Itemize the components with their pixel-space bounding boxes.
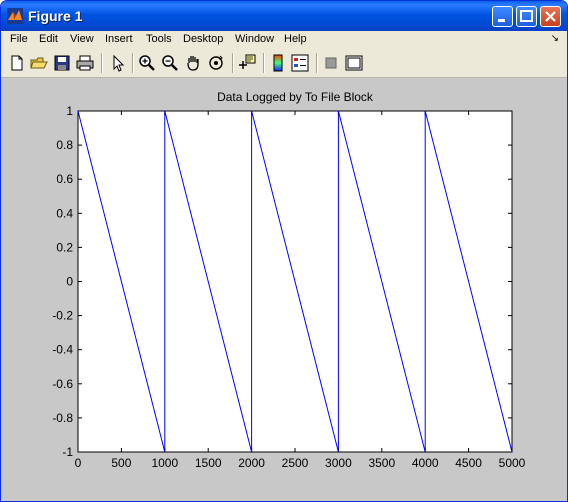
menu-tools[interactable]: Tools [146,33,172,45]
hide-plot-tools-icon[interactable] [321,53,341,73]
y-tick-label: -0.8 [52,411,73,425]
toolbar-separator [132,53,134,73]
x-tick-label: 2000 [238,456,265,470]
maximize-button[interactable] [516,6,537,27]
y-tick-label: 1 [66,104,73,118]
y-tick-label: 0.2 [56,240,73,254]
matlab-icon [7,8,23,24]
minimize-button[interactable] [492,6,513,27]
x-tick-label: 1500 [195,456,222,470]
toolbar-separator [263,53,265,73]
x-tick-label: 3500 [368,456,395,470]
colorbar-icon[interactable] [268,53,288,73]
y-tick-label: -0.4 [52,343,73,357]
x-tick-label: 2500 [282,456,309,470]
figure-window: Figure 1 File Edit View Insert Tools Des… [0,0,568,502]
chart-title: Data Logged by To File Block [217,90,374,104]
y-tick-label: -0.6 [52,377,73,391]
x-tick-label: 3000 [325,456,352,470]
x-tick-label: 0 [75,456,82,470]
save-icon[interactable] [52,53,72,73]
maximize-icon [520,10,533,22]
new-figure-icon[interactable] [7,53,27,73]
figure-toolbar [1,49,567,78]
y-tick-label: -1 [62,445,73,459]
zoom-out-icon[interactable] [160,53,180,73]
y-tick-label: 0.8 [56,138,73,152]
open-file-icon[interactable] [29,53,49,73]
menu-view[interactable]: View [70,33,94,45]
window-title: Figure 1 [28,8,83,24]
pointer-icon[interactable] [108,53,128,73]
toolbar-separator [232,53,234,73]
close-button[interactable] [540,6,561,27]
y-tick-label: 0.4 [56,206,73,220]
legend-icon[interactable] [290,53,310,73]
menu-window[interactable]: Window [235,33,274,45]
menu-edit[interactable]: Edit [39,33,58,45]
x-tick-label: 4000 [412,456,439,470]
line-chart: 0 500 1000 1500 2000 2500 3000 3500 4000 4500 5000… [52,90,526,470]
x-tick-label: 500 [111,456,131,470]
title-bar[interactable]: Figure 1 [1,1,567,31]
menu-desktop[interactable]: Desktop [183,33,223,45]
menu-insert[interactable]: Insert [105,33,133,45]
menu-file[interactable]: File [10,33,28,45]
minimize-icon [498,19,505,22]
y-tick-label: 0 [66,275,73,289]
figure-canvas: 0 500 1000 1500 2000 2500 3000 3500 4000 4500 5000… [1,78,567,501]
menu-bar: File Edit View Insert Tools Desktop Wind… [1,31,567,49]
pan-hand-icon[interactable] [183,53,203,73]
y-tick-label: 0.6 [56,172,73,186]
x-tick-label: 1000 [151,456,178,470]
print-icon[interactable] [75,53,95,73]
rotate-3d-icon[interactable] [206,53,226,73]
toolbar-separator [316,53,318,73]
toolbar-separator [101,53,103,73]
show-plot-tools-icon[interactable] [344,53,364,73]
x-tick-label: 5000 [499,456,526,470]
menu-help[interactable]: Help [284,33,307,45]
x-tick-label: 4500 [455,456,482,470]
dock-arrow-icon[interactable]: ↘ [551,33,559,44]
zoom-in-icon[interactable] [137,53,157,73]
close-icon [545,11,556,22]
y-tick-label: -0.2 [52,309,73,323]
data-cursor-icon[interactable] [237,53,257,73]
